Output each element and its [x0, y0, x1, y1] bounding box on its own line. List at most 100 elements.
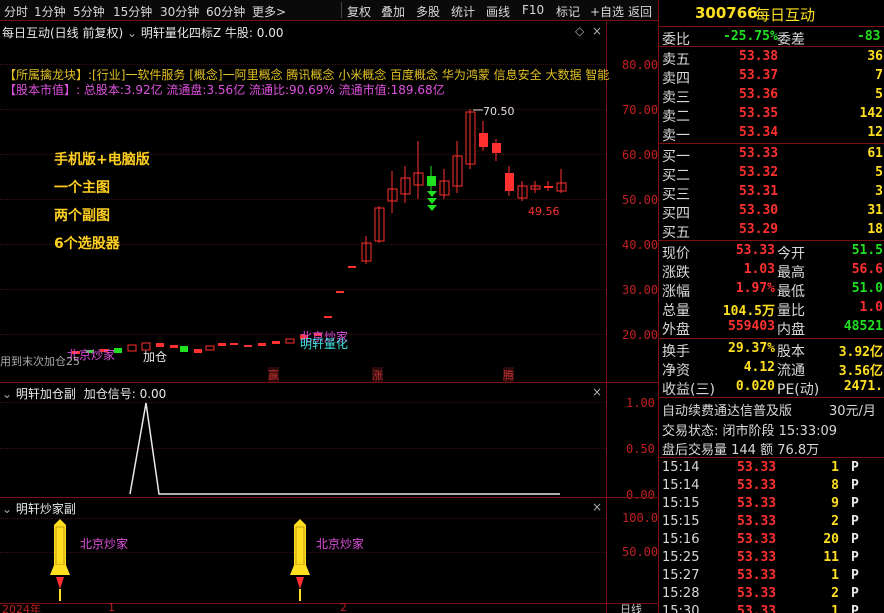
promo-row[interactable]: 自动续费通达信普及版 30元/月 [659, 399, 884, 419]
bid-row[interactable]: 买四 53.30 31 [659, 202, 884, 222]
bid-price: 53.29 [739, 222, 779, 237]
period-indicator[interactable]: 日线 [620, 601, 642, 613]
quote-value: 51.5 [851, 243, 883, 258]
back-button[interactable]: 返回 [628, 3, 652, 20]
candle [114, 348, 122, 353]
bid-volume: 5 [875, 165, 883, 180]
period-toolbar: 分时 1分钟 5分钟 15分钟 30分钟 60分钟 更多> 复权 叠加 多股 统… [0, 0, 658, 21]
period-tab-more[interactable]: 更多> [252, 3, 286, 20]
tick-row[interactable]: 15:27 53.33 1 P [659, 567, 884, 585]
fundamental-label: PE(动) [777, 382, 820, 398]
stock-code: 300766 [695, 4, 758, 22]
candles-rally [361, 109, 567, 264]
fundamental-row: 净资 4.12 流通 3.56亿 [659, 359, 884, 379]
after-hours-row: 盘后交易量 144 额 76.8万 [659, 438, 884, 458]
promo-price[interactable]: 30元/月 [829, 400, 876, 419]
period-tab-15min[interactable]: 15分钟 [113, 3, 152, 20]
fundamental-label: 股本 [777, 344, 805, 360]
tick-flag: P [851, 460, 859, 475]
mark-button[interactable]: 标记 [556, 3, 580, 20]
draw-line-button[interactable]: 画线 [486, 3, 510, 20]
quote-label: 内盘 [777, 322, 805, 338]
bid-volume: 3 [875, 184, 883, 199]
rocket-icon [50, 519, 70, 601]
multi-stock-button[interactable]: 多股 [416, 3, 440, 20]
tick-price: 53.33 [737, 514, 777, 529]
tick-row[interactable]: 15:16 53.33 20 P [659, 531, 884, 549]
bid-row[interactable]: 买五 53.29 18 [659, 221, 884, 241]
overlay-button[interactable]: 叠加 [381, 3, 405, 20]
tick-row[interactable]: 15:14 53.33 1 P [659, 459, 884, 477]
promo-text[interactable]: 自动续费通达信普及版 [662, 400, 792, 419]
y-tick-label: 80.00 [622, 58, 659, 72]
chevron-down-icon[interactable]: ⌄ [2, 502, 12, 516]
adjust-button[interactable]: 复权 [347, 3, 371, 20]
tick-volume: 8 [831, 478, 839, 493]
candle [170, 345, 178, 348]
ask-row[interactable]: 卖五 53.38 36 [659, 48, 884, 68]
tick-row[interactable]: 15:14 53.33 8 P [659, 477, 884, 495]
ask-level-label: 卖四 [662, 71, 690, 87]
divider [659, 26, 884, 27]
fundamental-value: 0.020 [735, 379, 775, 394]
bid-row[interactable]: 买三 53.31 3 [659, 183, 884, 203]
close-icon[interactable]: × [592, 500, 602, 514]
toolbar-divider [341, 2, 342, 18]
candle [218, 343, 226, 346]
y-tick-label: 1.00 [626, 396, 655, 410]
bid-row[interactable]: 买一 53.33 61 [659, 145, 884, 165]
fundamental-row: 换手 29.37% 股本 3.92亿 [659, 340, 884, 360]
tick-row[interactable]: 15:15 53.33 2 P [659, 513, 884, 531]
bid-volume: 18 [867, 222, 883, 237]
fundamental-value: 3.56亿 [838, 364, 883, 379]
period-tab-5min[interactable]: 5分钟 [73, 3, 105, 20]
ask-row[interactable]: 卖三 53.36 5 [659, 86, 884, 106]
signal-mark: 赢 [268, 367, 279, 383]
period-tab-timeshare[interactable]: 分时 [4, 3, 28, 20]
ask-row[interactable]: 卖一 53.34 12 [659, 124, 884, 144]
fundamental-value: 29.37% [728, 341, 775, 356]
tick-time: 15:14 [662, 478, 700, 493]
tick-price: 53.33 [737, 568, 777, 583]
tick-row[interactable]: 15:28 53.33 2 P [659, 585, 884, 603]
stock-name: 每日互动 [755, 6, 816, 24]
tick-time: 15:16 [662, 532, 700, 547]
tick-flag: P [851, 478, 859, 493]
add-watchlist-button[interactable]: +自选 [590, 3, 624, 20]
signal-line [129, 402, 560, 495]
fundamental-row: 收益(三) 0.020 PE(动) 2471. [659, 378, 884, 398]
f10-button[interactable]: F10 [522, 3, 544, 17]
tick-time: 15:14 [662, 460, 700, 475]
ask-row[interactable]: 卖四 53.37 7 [659, 67, 884, 87]
kline-chart-area[interactable]: 每日互动(日线 前复权) ⌄ 明轩量化四标Z 牛股: 0.00 ◇ × 【所属擒… [0, 21, 658, 613]
fundamental-label: 换手 [662, 344, 690, 360]
x-tick-label: 1 [108, 601, 115, 613]
period-tab-60min[interactable]: 60分钟 [206, 3, 245, 20]
quote-value: 51.0 [851, 281, 883, 296]
low-price-label: 49.56 [528, 205, 560, 218]
quote-row: 涨幅 1.97% 最低 51.0 [659, 280, 884, 300]
tick-row[interactable]: 15:30 53.33 1 P [659, 603, 884, 613]
tick-row[interactable]: 15:15 53.33 9 P [659, 495, 884, 513]
bid-level-label: 买五 [662, 225, 690, 241]
tick-price: 53.33 [737, 550, 777, 565]
ask-volume: 5 [875, 87, 883, 102]
bid-price: 53.32 [739, 165, 779, 180]
ask-level-label: 卖二 [662, 109, 690, 125]
tick-flag: P [851, 568, 859, 583]
sub2-panel-header[interactable]: ⌄ 明轩炒家副 [2, 500, 76, 517]
tick-row[interactable]: 15:25 53.33 11 P [659, 549, 884, 567]
tick-volume: 1 [831, 568, 839, 583]
last-add-note: 用到末次加仓25 [0, 355, 80, 368]
period-tab-1min[interactable]: 1分钟 [34, 3, 66, 20]
stats-button[interactable]: 统计 [451, 3, 475, 20]
period-tab-30min[interactable]: 30分钟 [160, 3, 199, 20]
ask-price: 53.38 [739, 49, 779, 64]
ask-row[interactable]: 卖二 53.35 142 [659, 105, 884, 125]
trade-status-row: 交易状态: 闭市阶段 15:33:09 [659, 419, 884, 439]
tick-volume: 9 [831, 496, 839, 511]
bid-row[interactable]: 买二 53.32 5 [659, 164, 884, 184]
quote-label: 总量 [662, 303, 690, 319]
tick-time: 15:28 [662, 586, 700, 601]
ask-price: 53.37 [739, 68, 779, 83]
